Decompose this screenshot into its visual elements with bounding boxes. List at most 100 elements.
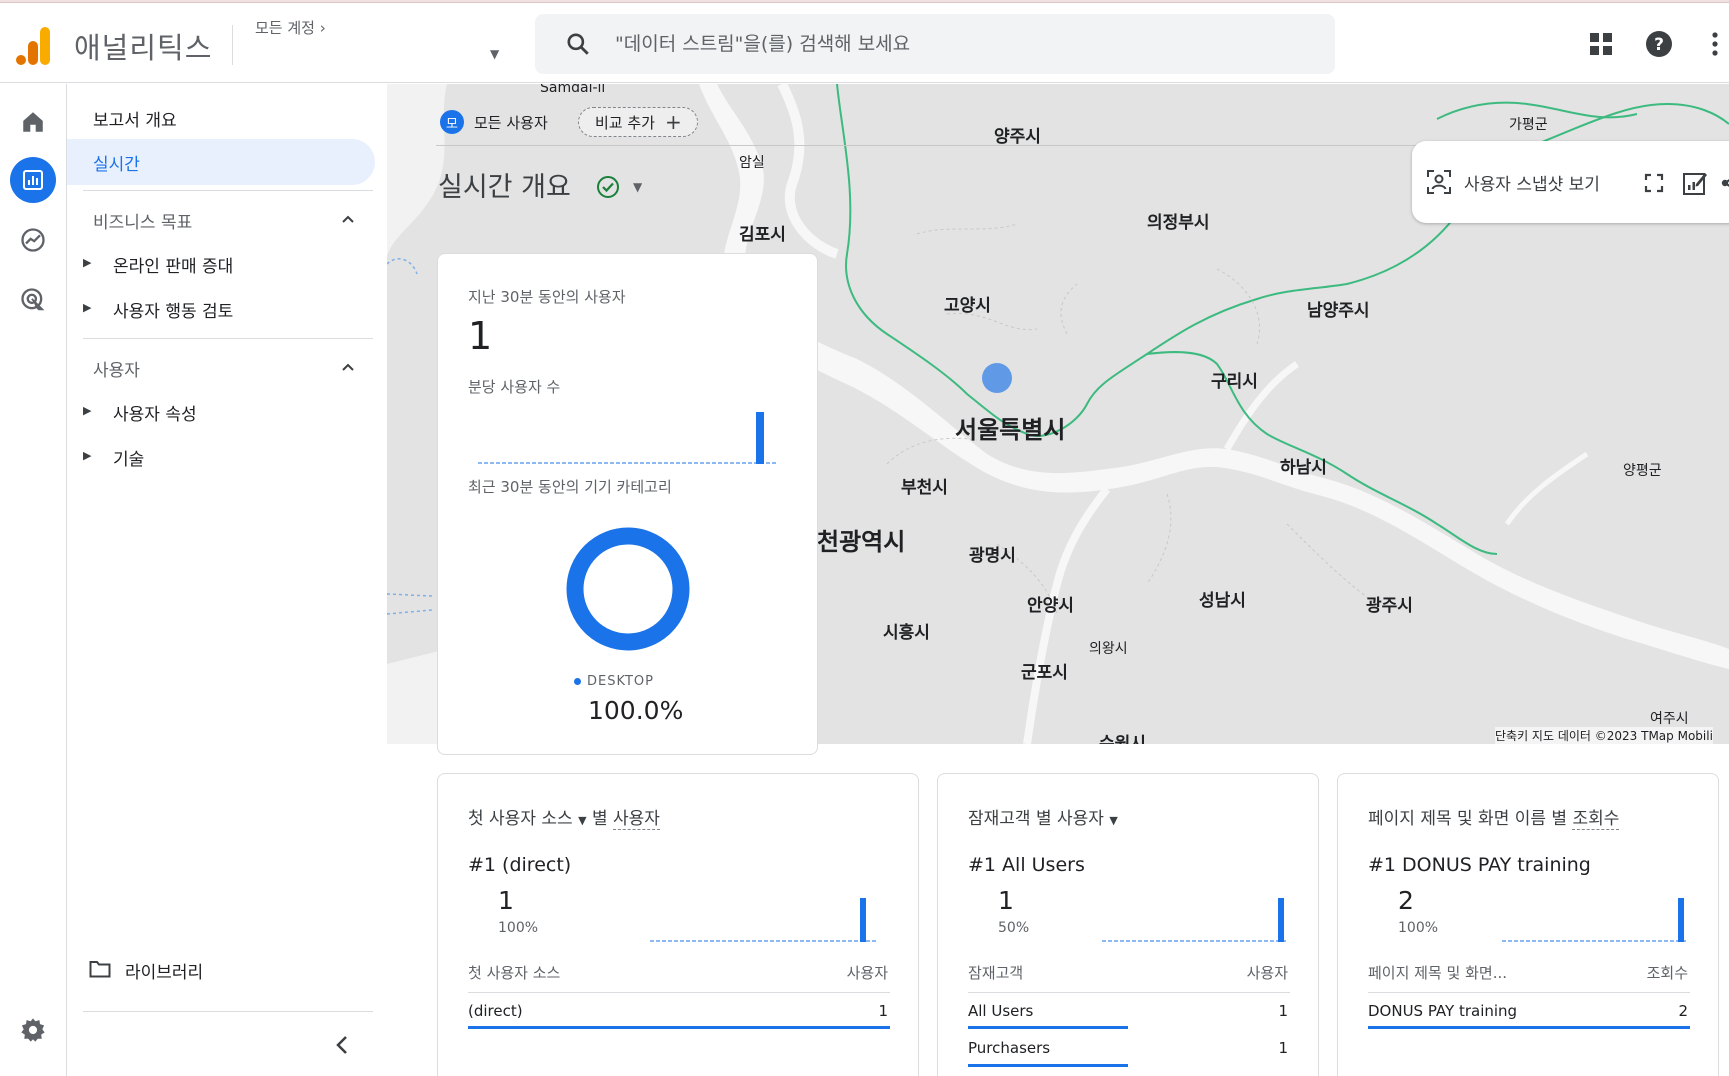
top-value: 1	[998, 886, 1014, 915]
table-row-value: 1	[878, 1002, 888, 1020]
card-title[interactable]: 첫 사용자 소스 ▼ 별 사용자	[468, 804, 660, 830]
map-label: 시흥시	[883, 623, 930, 643]
row-progress-bar	[968, 1064, 1128, 1067]
fullscreen-icon[interactable]	[1644, 173, 1664, 193]
users-per-minute-sparkline[interactable]	[478, 409, 778, 469]
column-header: 조회수	[1646, 964, 1688, 982]
sparkline[interactable]	[1102, 894, 1288, 944]
rail-home-button[interactable]	[10, 99, 56, 145]
expand-arrow-icon[interactable]: ▶	[83, 301, 91, 314]
rail-settings-button[interactable]	[10, 1007, 56, 1053]
device-category-label: 최근 30분 동안의 기기 카테고리	[468, 478, 672, 496]
audience-users-card: 잠재고객 별 사용자 ▼ #1 All Users 1 50% 잠재고객 사용자…	[937, 773, 1319, 1076]
user-snapshot-button[interactable]: 사용자 스냅샷 보기	[1464, 170, 1600, 195]
card-title[interactable]: 잠재고객 별 사용자 ▼	[968, 804, 1118, 829]
chevron-up-icon[interactable]	[341, 212, 355, 226]
account-breadcrumb[interactable]: 모든 계정 ›	[255, 17, 326, 38]
map-label: 서울특별시	[955, 416, 1066, 444]
top-rank-label: #1 DONUS PAY training	[1368, 854, 1591, 876]
top-percent: 100%	[1398, 920, 1439, 936]
map-label: 성남시	[1199, 591, 1246, 611]
chevron-right-icon: ›	[319, 19, 326, 37]
first-user-source-card: 첫 사용자 소스 ▼ 별 사용자 #1 (direct) 1 100% 첫 사용…	[437, 773, 919, 1076]
page-title: 실시간 개요	[438, 172, 571, 203]
apps-grid-icon[interactable]	[1586, 29, 1616, 59]
top-value: 1	[498, 886, 514, 915]
map-label: 의정부시	[1147, 213, 1210, 233]
collapse-chevron-left-icon[interactable]	[335, 1035, 349, 1055]
nav-divider	[83, 1011, 373, 1012]
more-vert-icon[interactable]	[1700, 29, 1729, 59]
expand-arrow-icon[interactable]: ▶	[83, 256, 91, 269]
analytics-logo-icon[interactable]	[16, 27, 52, 65]
share-icon[interactable]	[1720, 171, 1729, 195]
rail-reports-button[interactable]	[10, 157, 56, 203]
map-label: 고양시	[944, 296, 991, 316]
nav-section-business[interactable]: 비즈니스 목표	[93, 208, 192, 233]
nav-item-user-attributes[interactable]: 사용자 속성	[113, 400, 197, 425]
chip-label: 모든 사용자	[474, 113, 548, 132]
top-app-bar: 애널리틱스 모든 계정 › ▼ ?	[0, 3, 1729, 83]
nav-item-online-sales[interactable]: 온라인 판매 증대	[113, 252, 233, 277]
search-input[interactable]	[615, 28, 1295, 60]
table-row-label[interactable]: Purchasers	[968, 1039, 1050, 1057]
map-label: 의왕시	[1089, 641, 1128, 657]
donut-legend: DESKTOP	[574, 674, 654, 689]
edit-report-icon[interactable]	[1682, 170, 1708, 196]
map-attribution[interactable]: 단축키 지도 데이터 ©2023 TMap Mobili	[1495, 727, 1713, 744]
nav-realtime[interactable]: 실시간	[93, 150, 140, 175]
nav-report-overview[interactable]: 보고서 개요	[93, 106, 177, 131]
table-row-label[interactable]: All Users	[968, 1002, 1033, 1020]
nav-item-user-behavior[interactable]: 사용자 행동 검토	[113, 297, 233, 322]
table-row-value: 1	[1278, 1002, 1288, 1020]
sparkline[interactable]	[1502, 894, 1688, 944]
nav-library[interactable]: 라이브러리	[125, 958, 203, 983]
row-progress-bar	[468, 1026, 890, 1029]
left-rail	[0, 84, 67, 1076]
plus-icon: +	[664, 110, 682, 134]
account-dropdown-caret-icon[interactable]: ▼	[490, 47, 499, 61]
search-box[interactable]	[535, 14, 1335, 74]
segment-chip-all-users[interactable]: 모 모든 사용자	[436, 107, 548, 137]
device-donut-chart[interactable]	[563, 524, 693, 654]
expand-arrow-icon[interactable]: ▶	[83, 404, 91, 417]
gear-icon	[21, 1018, 45, 1042]
map-label: 수원시	[1099, 734, 1146, 744]
map-label: 김포시	[739, 225, 786, 245]
svg-text:?: ?	[1654, 35, 1664, 55]
bar-chart-icon	[23, 170, 43, 190]
realtime-users-card: 지난 30분 동안의 사용자 1 분당 사용자 수 최근 30분 동안의 기기 …	[437, 253, 818, 755]
home-icon	[23, 112, 43, 132]
legend-dot	[574, 678, 581, 685]
rail-explore-button[interactable]	[10, 217, 56, 263]
row-progress-bar	[1368, 1026, 1690, 1029]
help-icon[interactable]: ?	[1644, 29, 1674, 59]
page-title-views-card: 페이지 제목 및 화면 이름 별 조회수 #1 DONUS PAY traini…	[1337, 773, 1719, 1076]
map-label: 양평군	[1623, 463, 1662, 479]
top-rank-label: #1 (direct)	[468, 854, 572, 876]
table-row-label[interactable]: DONUS PAY training	[1368, 1002, 1517, 1020]
map-label: 가평군	[1509, 117, 1548, 133]
chip-label: 비교 추가	[595, 113, 655, 132]
user-snapshot-icon[interactable]	[1426, 169, 1452, 195]
map-label: 군포시	[1021, 663, 1068, 683]
top-percent: 100%	[498, 920, 539, 936]
chevron-up-icon[interactable]	[341, 360, 355, 374]
map-label: 부천시	[901, 478, 948, 498]
expand-arrow-icon[interactable]: ▶	[83, 449, 91, 462]
map-label: 양주시	[994, 127, 1041, 147]
table-row-label[interactable]: (direct)	[468, 1002, 523, 1020]
table-divider	[968, 992, 1290, 993]
card-title[interactable]: 페이지 제목 및 화면 이름 별 조회수	[1368, 804, 1620, 830]
title-dropdown-caret-icon[interactable]: ▼	[633, 180, 642, 194]
add-comparison-button[interactable]: 비교 추가 +	[578, 107, 698, 137]
map-label: 여주시	[1650, 711, 1689, 727]
nav-section-user[interactable]: 사용자	[93, 356, 140, 381]
check-circle-icon[interactable]	[596, 175, 620, 199]
sparkline[interactable]	[650, 894, 876, 944]
map-label: 안양시	[1027, 596, 1074, 616]
rail-advertising-button[interactable]	[10, 277, 56, 323]
column-header: 사용자	[846, 964, 888, 982]
nav-item-tech[interactable]: 기술	[113, 445, 144, 470]
folder-icon	[89, 961, 111, 978]
